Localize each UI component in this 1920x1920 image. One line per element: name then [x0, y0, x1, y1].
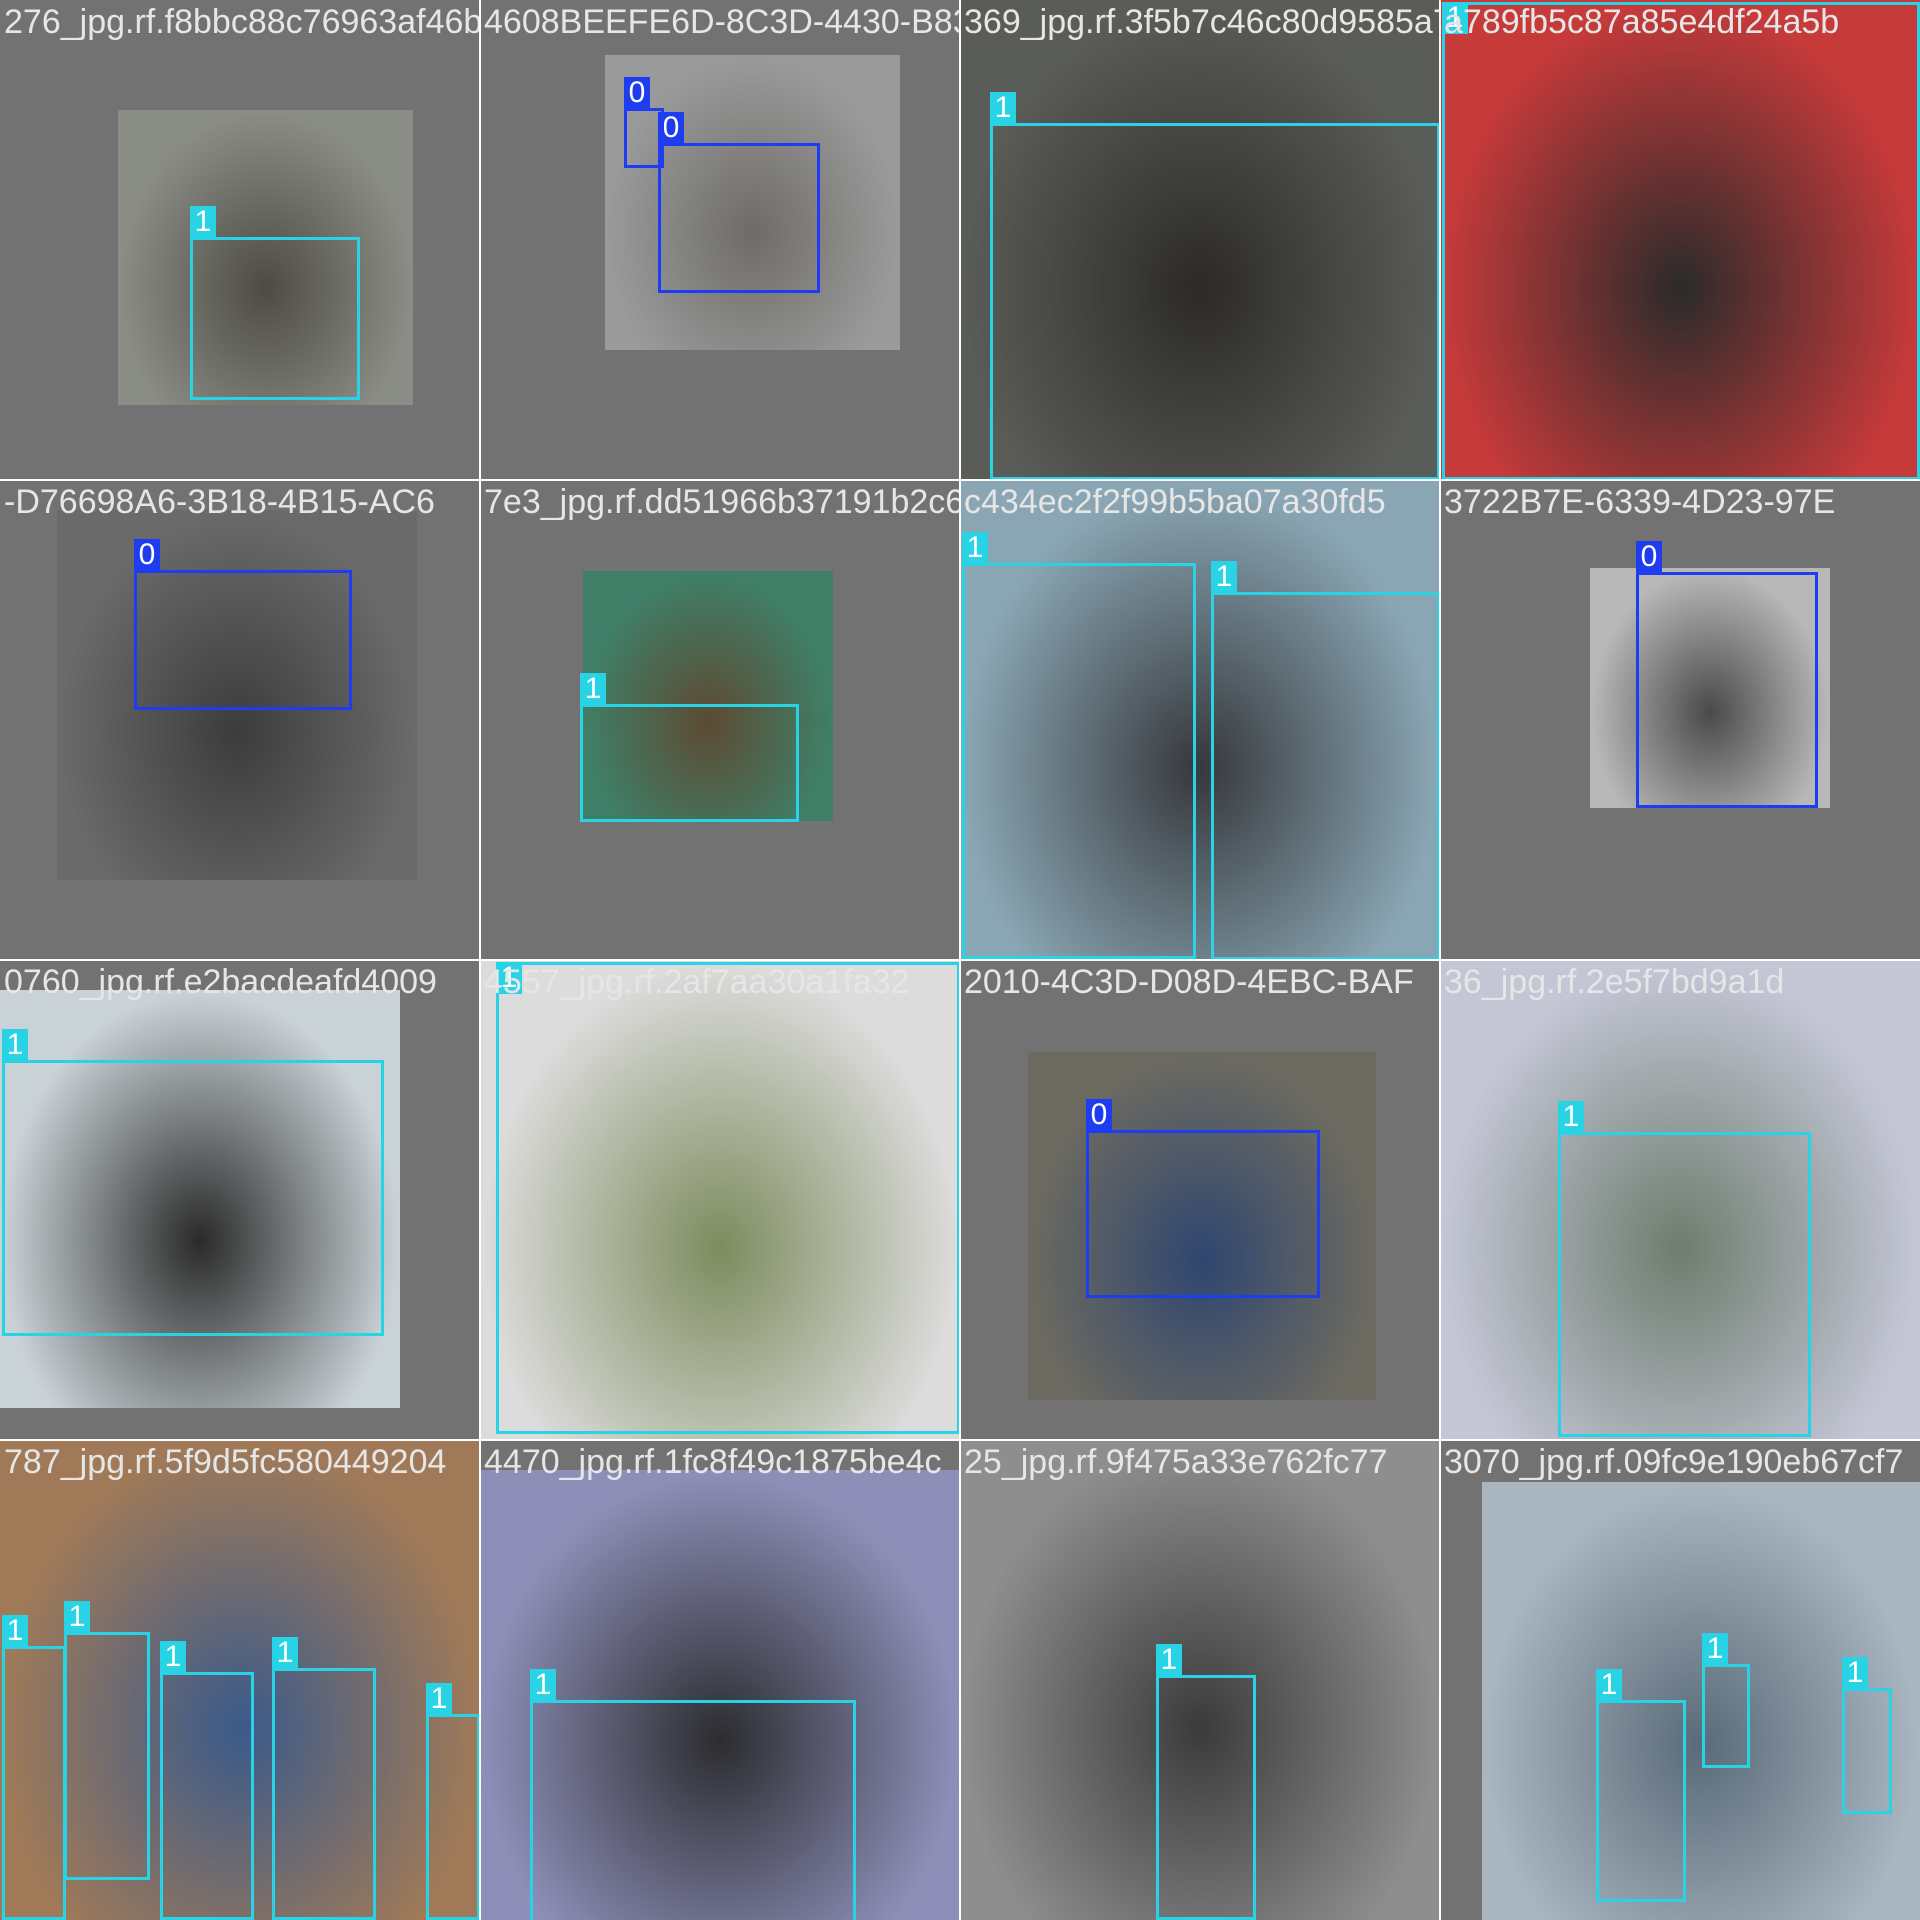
mosaic-tile: 1 276_jpg.rf.f8bbc88c76963af46b86bEbb7-8C… [0, 0, 480, 480]
class-id-tag: 1 [426, 1683, 452, 1715]
tile-filename-label: 276_jpg.rf.f8bbc88c76963af46b86bEbb7-8C3… [4, 3, 480, 41]
tile-filename-label: 4608BEEFE6D-8C3D-4430-B831 [484, 3, 960, 41]
class-id-tag: 1 [1702, 1633, 1728, 1665]
detection-mosaic: 1 276_jpg.rf.f8bbc88c76963af46b86bEbb7-8C… [0, 0, 1920, 1920]
class-id-tag: 1 [530, 1669, 556, 1701]
tile-filename-label: 3070_jpg.rf.09fc9e190eb67cf7 [1444, 1443, 1904, 1481]
class-id-tag: 0 [1086, 1099, 1112, 1131]
grid-separator-vertical [1439, 0, 1441, 1920]
class-id-tag: 1 [190, 206, 216, 238]
bounding-box: 1 [962, 532, 1196, 959]
class-id-tag: 1 [272, 1637, 298, 1669]
mosaic-tile: 1 4470_jpg.rf.1fc8f49c1875be4c [480, 1440, 960, 1920]
mosaic-tile: 1 1 1 1 1 787_jpg.rf.5f9d5fc580449204 [0, 1440, 480, 1920]
bounding-box: 0 [134, 539, 352, 710]
bounding-box: 1 [1842, 1657, 1892, 1814]
class-id-tag: 0 [1636, 541, 1662, 573]
bounding-box: 0 [1086, 1099, 1320, 1298]
bounding-box: 1 [272, 1637, 376, 1920]
mosaic-tile: 1 369_jpg.rf.3f5b7c46c80d9585a789 [960, 0, 1440, 480]
bounding-box: 0 [1636, 541, 1818, 808]
bounding-box: 1 [64, 1601, 150, 1880]
bounding-box: 1 [1442, 2, 1920, 480]
mosaic-tile: 1 36_jpg.rf.2e5f7bd9a1d [1440, 960, 1920, 1440]
mosaic-tile: 0 2010-4C3D-D08D-4EBC-BAF [960, 960, 1440, 1440]
bounding-box: 1 [1211, 561, 1440, 960]
mosaic-tile: 0 3722B7E-6339-4D23-97E [1440, 480, 1920, 960]
mosaic-tile: 1 0760_jpg.rf.e2bacdeafd4009 [0, 960, 480, 1440]
bounding-box: 1 [990, 92, 1440, 480]
bounding-box: 1 [160, 1641, 254, 1920]
class-id-tag: 1 [1842, 1657, 1868, 1689]
bounding-box: 1 [1558, 1101, 1811, 1437]
bounding-box: 1 [190, 206, 360, 400]
mosaic-tile: 1 7e3_jpg.rf.dd51966b37191b2c68 [480, 480, 960, 960]
class-id-tag: 1 [962, 532, 988, 564]
bounding-box: 1 [580, 673, 799, 822]
bounding-box: 1 [2, 1615, 66, 1920]
bounding-box: 0 [624, 77, 664, 168]
tile-filename-label: 3722B7E-6339-4D23-97E [1444, 483, 1836, 521]
bounding-box: 0 [658, 112, 820, 293]
tile-filename-label: 7e3_jpg.rf.dd51966b37191b2c68 [484, 483, 960, 521]
class-id-tag: 1 [64, 1601, 90, 1633]
mosaic-tile: 1 25_jpg.rf.9f475a33e762fc77 [960, 1440, 1440, 1920]
mosaic-tile: 1 1 c434ec2f2f99b5ba07a30fd5 [960, 480, 1440, 960]
bounding-box: 1 [426, 1683, 480, 1920]
class-id-tag: 1 [160, 1641, 186, 1673]
grid-separator-horizontal [0, 959, 1920, 961]
bounding-box: 1 [1596, 1669, 1686, 1902]
grid-separator-horizontal [0, 1439, 1920, 1441]
class-id-tag: 0 [134, 539, 160, 571]
bounding-box: 1 [496, 962, 960, 1434]
class-id-tag: 1 [1442, 2, 1468, 34]
class-id-tag: 1 [1211, 561, 1237, 593]
class-id-tag: 1 [1596, 1669, 1622, 1701]
class-id-tag: 1 [496, 962, 522, 994]
mosaic-tile: 1 a789fb5c87a85e4df24a5b [1440, 0, 1920, 480]
mosaic-tile: 1 1 1 3070_jpg.rf.09fc9e190eb67cf7 [1440, 1440, 1920, 1920]
bounding-box: 1 [1156, 1644, 1256, 1920]
class-id-tag: 1 [990, 92, 1016, 124]
class-id-tag: 1 [1156, 1644, 1182, 1676]
bounding-box: 1 [530, 1669, 856, 1920]
bounding-box: 1 [2, 1029, 384, 1336]
class-id-tag: 1 [580, 673, 606, 705]
bounding-box: 1 [1702, 1633, 1750, 1768]
class-id-tag: 1 [1558, 1101, 1584, 1133]
class-id-tag: 1 [2, 1029, 28, 1061]
tile-filename-label: 2010-4C3D-D08D-4EBC-BAF [964, 963, 1414, 1001]
mosaic-tile: 0 0 4608BEEFE6D-8C3D-4430-B831 [480, 0, 960, 480]
class-id-tag: 1 [2, 1615, 28, 1647]
mosaic-tile: 1 4557_jpg.rf.2af7aa30a1fa32 [480, 960, 960, 1440]
mosaic-tile: 0 -D76698A6-3B18-4B15-AC6 [0, 480, 480, 960]
class-id-tag: 0 [624, 77, 650, 109]
